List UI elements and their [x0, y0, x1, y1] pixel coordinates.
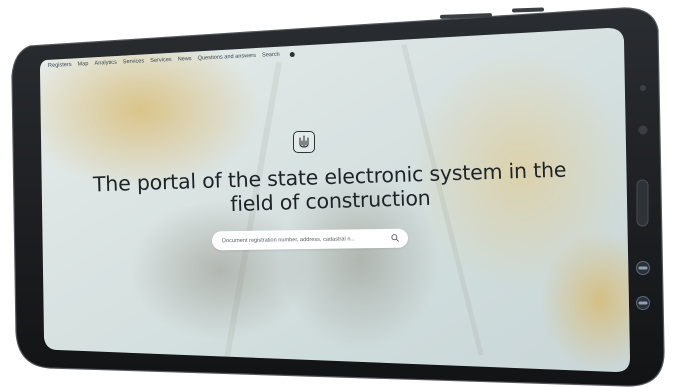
nav-item-services[interactable]: Services	[123, 58, 145, 65]
top-navigation: Registers Map Analytics Services Service…	[48, 49, 338, 69]
search-bar[interactable]	[211, 228, 409, 251]
search-input[interactable]	[221, 235, 383, 244]
theme-toggle-icon[interactable]	[289, 51, 295, 58]
nav-item-map[interactable]: Map	[77, 61, 88, 68]
stage: Registers Map Analytics Services Service…	[0, 0, 674, 387]
phone-screen: Registers Map Analytics Services Service…	[0, 0, 674, 387]
search-icon[interactable]	[391, 234, 399, 242]
nav-item-analytics[interactable]: Analytics	[94, 60, 117, 67]
nav-item-questions[interactable]: Questions and answers	[198, 53, 257, 62]
trident-emblem-icon	[293, 131, 315, 153]
page-title: The portal of the state electronic syste…	[92, 157, 567, 217]
nav-item-services-2[interactable]: Services	[150, 57, 172, 64]
nav-item-news[interactable]: News	[178, 56, 192, 63]
nav-item-registers[interactable]: Registers	[48, 62, 72, 69]
nav-item-search[interactable]: Search	[262, 52, 280, 59]
